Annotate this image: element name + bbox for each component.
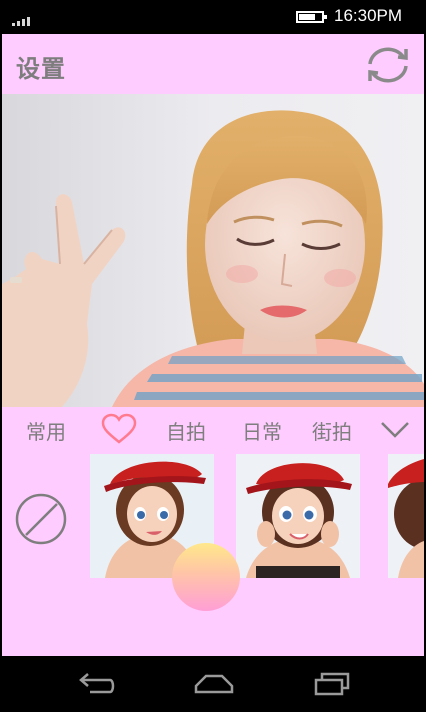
shutter-button[interactable] (172, 543, 240, 611)
cartoon-girl-image (236, 454, 360, 578)
camera-switch-icon[interactable] (362, 44, 414, 86)
phone-screen: 16:30PM 设置 常用 自拍 日常 街拍 (0, 0, 426, 712)
sticker-item[interactable] (236, 454, 360, 578)
sticker-item[interactable] (388, 454, 424, 578)
cartoon-girl-image (388, 454, 424, 578)
tab-jiepai[interactable]: 街拍 (312, 416, 352, 445)
camera-preview[interactable] (2, 94, 424, 407)
settings-title[interactable]: 设置 (16, 49, 66, 84)
tab-zipai[interactable]: 自拍 (166, 416, 206, 445)
tab-richang[interactable]: 日常 (242, 416, 282, 445)
nav-bar (0, 656, 426, 712)
status-bar: 16:30PM (0, 0, 426, 34)
signal-bars-icon (12, 12, 36, 26)
battery-icon (296, 11, 327, 23)
app-header: 设置 (2, 34, 424, 94)
no-sticker-icon[interactable] (14, 492, 68, 546)
home-icon[interactable] (192, 670, 236, 698)
heart-icon[interactable] (101, 413, 137, 445)
recents-icon[interactable] (312, 670, 352, 698)
tab-changyong[interactable]: 常用 (26, 416, 66, 445)
back-icon[interactable] (76, 670, 116, 698)
preview-image (2, 94, 424, 407)
status-time: 16:30PM (334, 6, 403, 25)
filter-tabs: 常用 自拍 日常 街拍 (2, 410, 424, 454)
chevron-down-icon[interactable] (380, 420, 410, 440)
